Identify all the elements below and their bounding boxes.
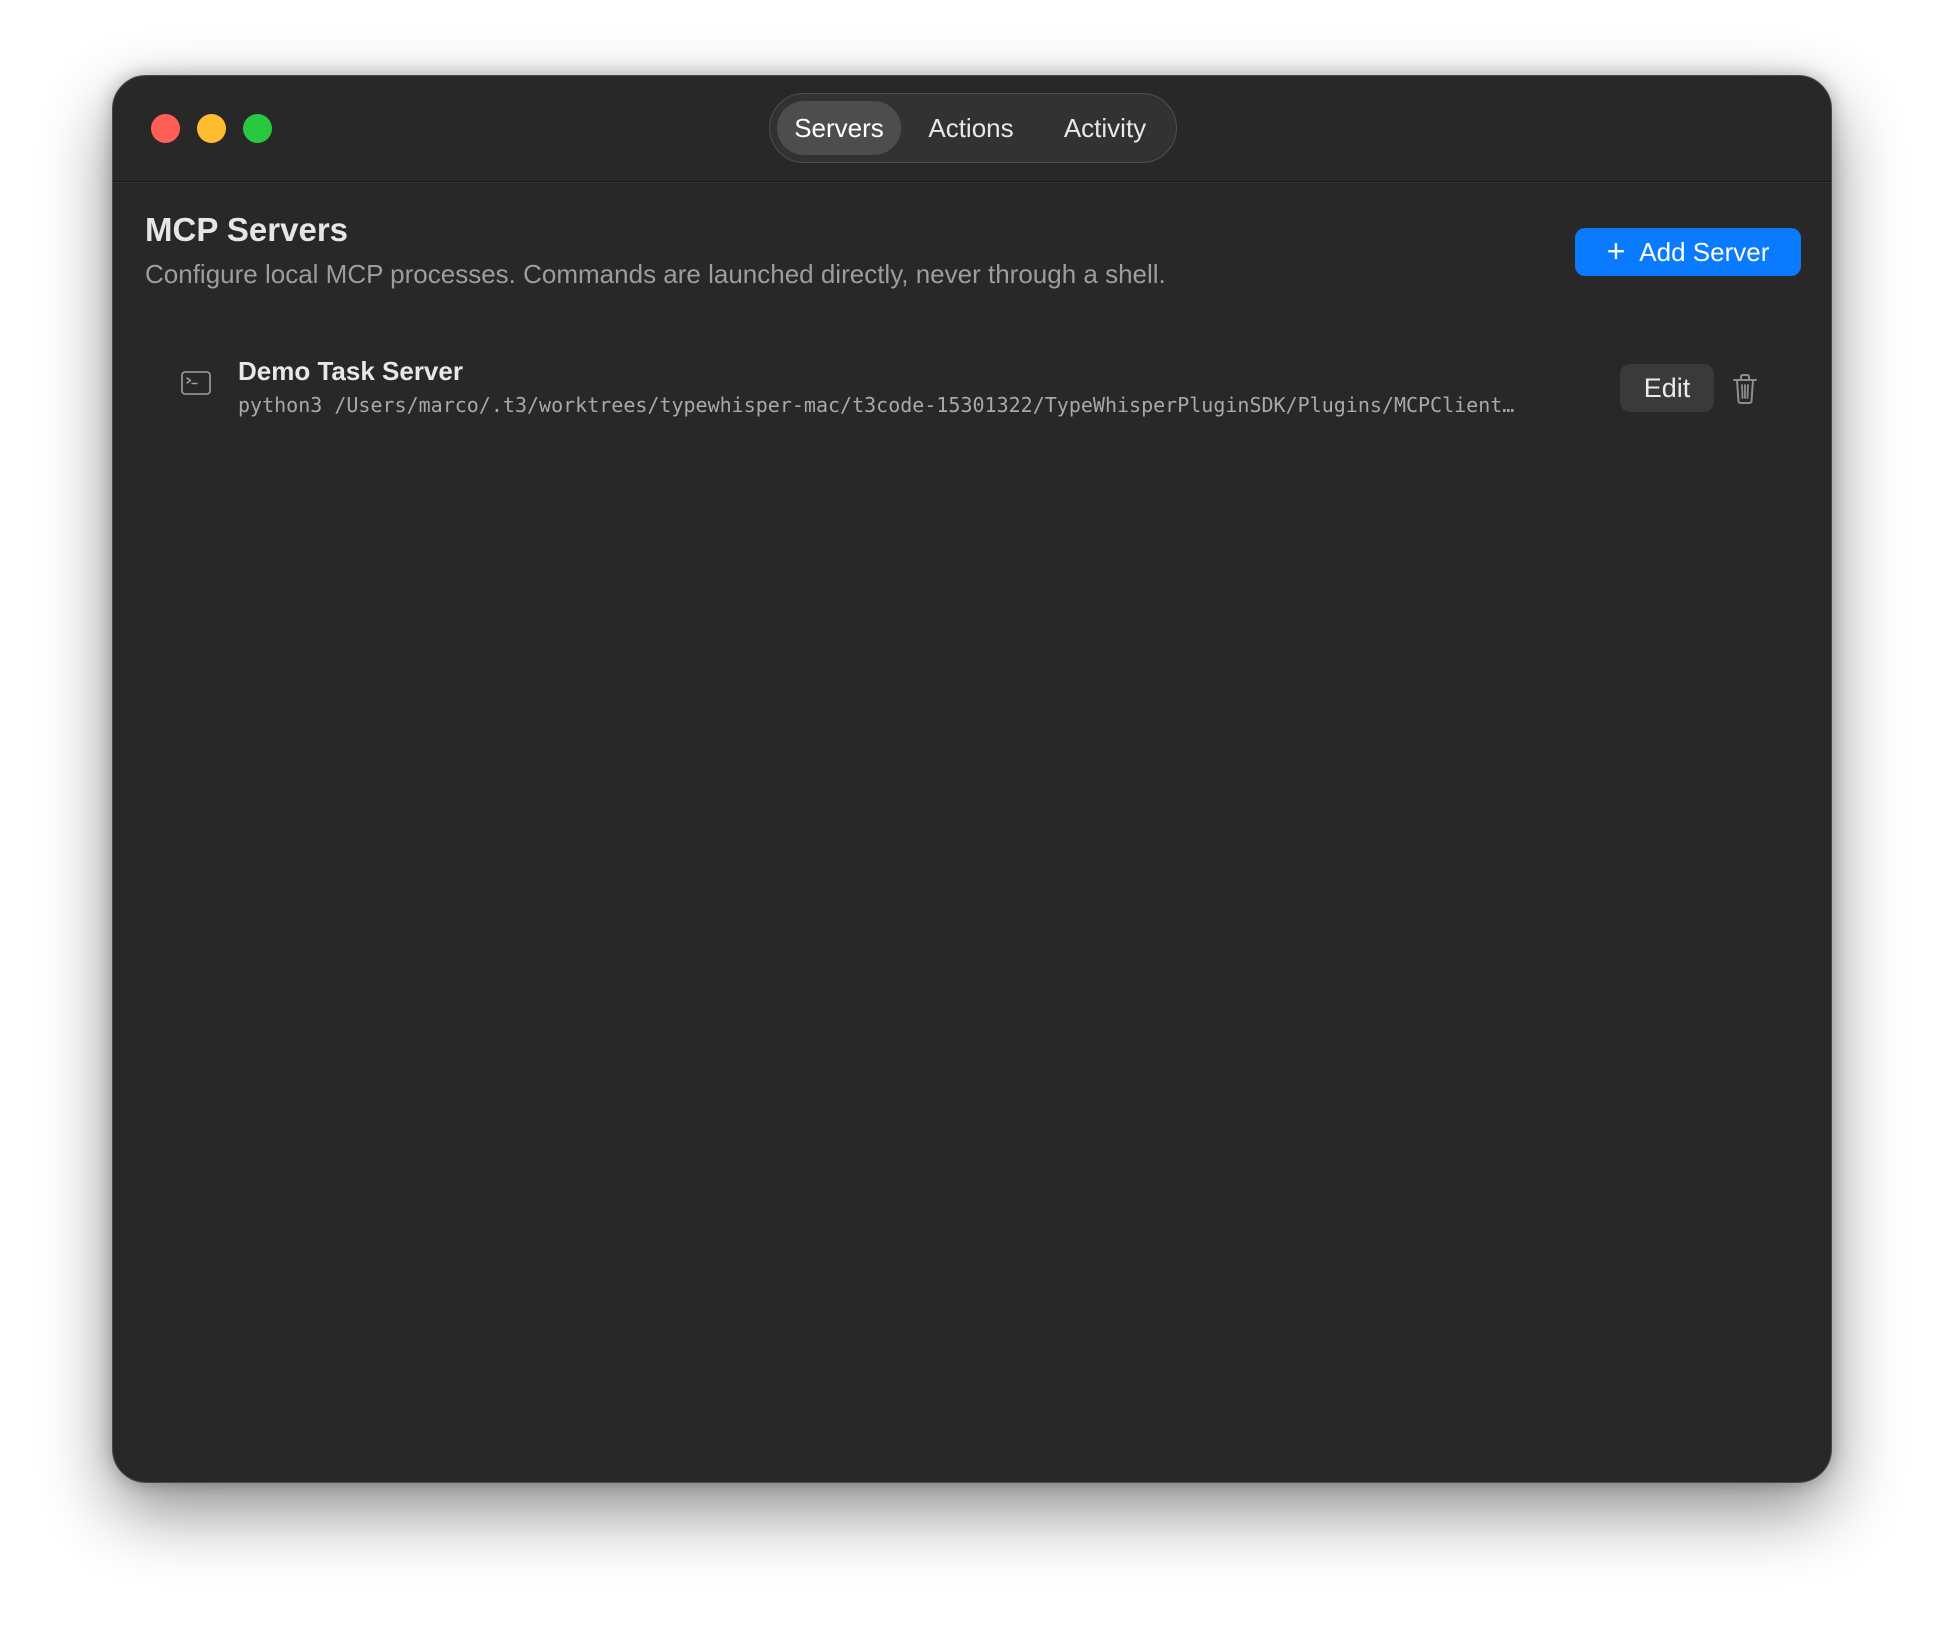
page-subtitle: Configure local MCP processes. Commands … <box>145 259 1166 289</box>
plus-icon: + <box>1606 232 1626 269</box>
close-window-button[interactable] <box>151 114 180 143</box>
minimize-window-button[interactable] <box>197 114 226 143</box>
terminal-icon <box>181 371 211 395</box>
server-command: python3 /Users/marco/.t3/worktrees/typew… <box>238 393 1515 417</box>
edit-server-button[interactable]: Edit <box>1620 364 1714 412</box>
title-bar: Servers Actions Activity <box>113 76 1831 182</box>
add-server-button[interactable]: + Add Server <box>1575 228 1801 276</box>
zoom-window-button[interactable] <box>243 114 272 143</box>
server-name: Demo Task Server <box>238 356 463 386</box>
server-list-item: Demo Task Server python3 /Users/marco/.t… <box>145 341 1785 431</box>
trash-icon[interactable] <box>1732 373 1758 405</box>
tab-activity[interactable]: Activity <box>1040 101 1170 155</box>
page-title: MCP Servers <box>145 211 349 248</box>
app-window: Servers Actions Activity MCP Servers Con… <box>112 75 1832 1483</box>
add-server-label: Add Server <box>1639 236 1770 267</box>
tab-segmented-control: Servers Actions Activity <box>769 93 1177 163</box>
tab-actions[interactable]: Actions <box>908 101 1034 155</box>
tab-servers[interactable]: Servers <box>777 101 901 155</box>
